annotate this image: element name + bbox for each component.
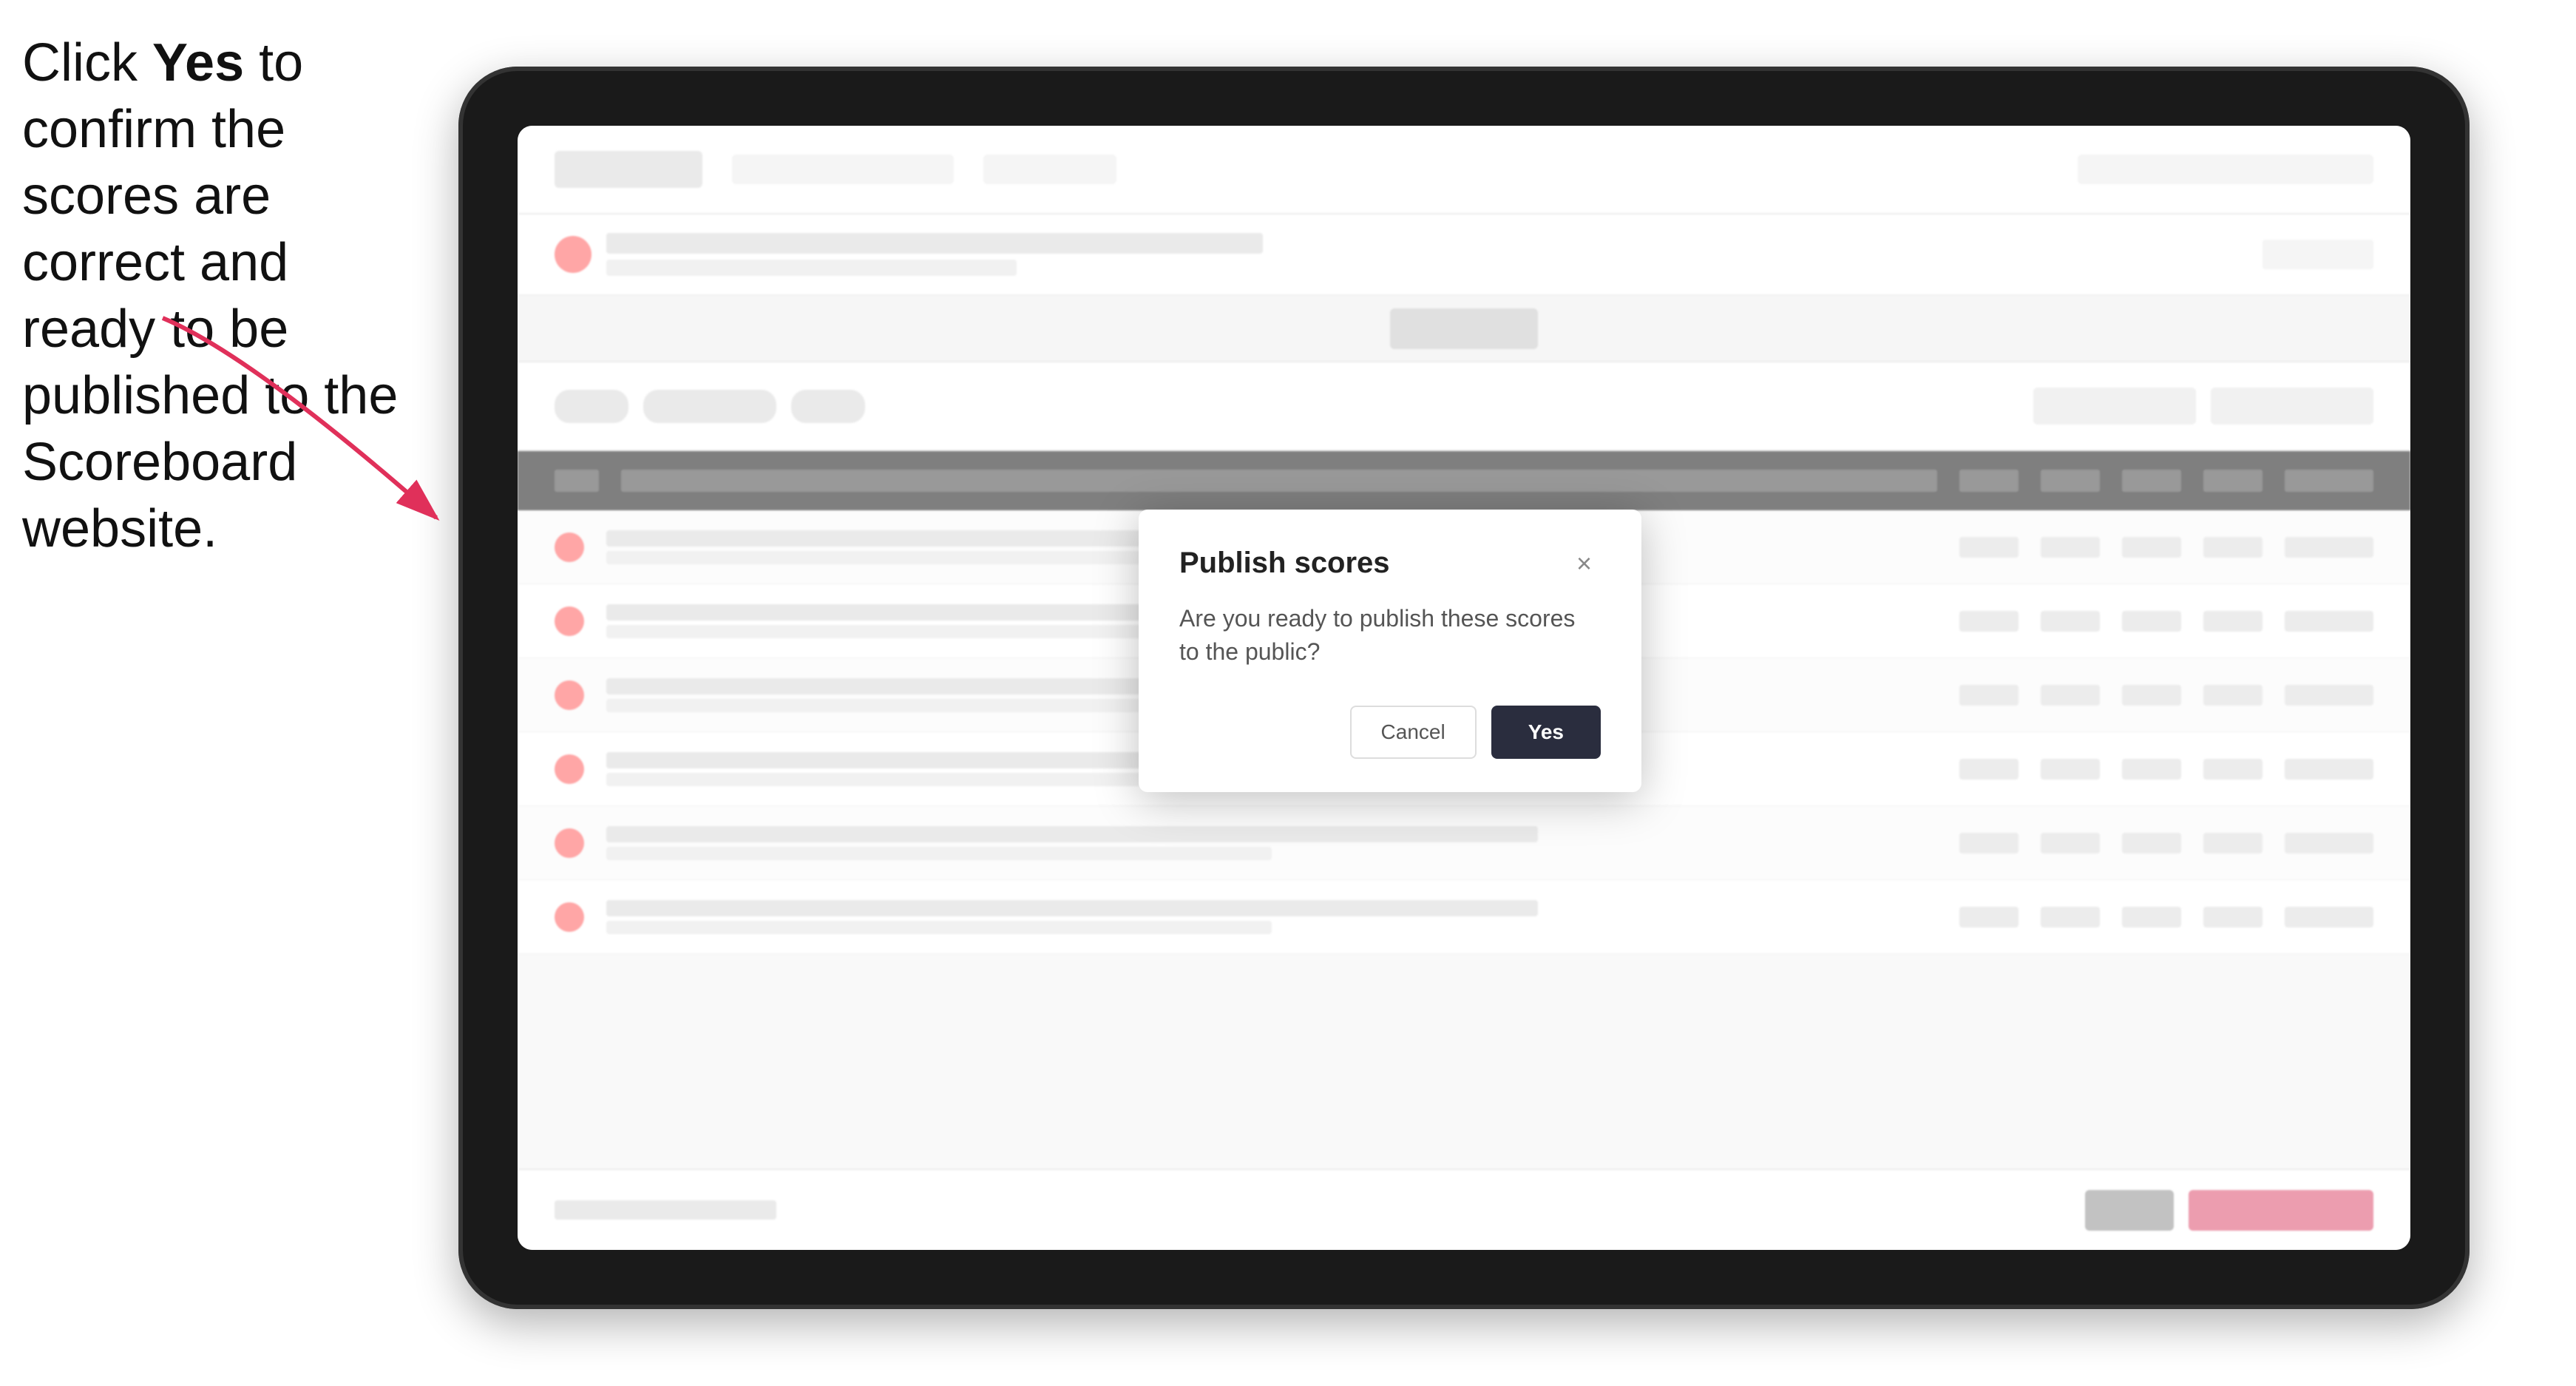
dialog-footer: Cancel Yes	[1179, 706, 1601, 759]
cancel-button[interactable]: Cancel	[1350, 706, 1477, 759]
dialog-body: Are you ready to publish these scores to…	[1179, 602, 1601, 669]
tablet-device: Publish scores × Are you ready to publis…	[458, 67, 2470, 1309]
instruction-text: Click Yes to confirm the scores are corr…	[22, 30, 414, 562]
publish-scores-dialog: Publish scores × Are you ready to publis…	[1139, 510, 1641, 792]
yes-button[interactable]: Yes	[1491, 706, 1601, 759]
bold-yes: Yes	[152, 33, 244, 92]
tablet-screen: Publish scores × Are you ready to publis…	[518, 126, 2410, 1250]
dialog-header: Publish scores ×	[1179, 547, 1601, 580]
dialog-close-button[interactable]: ×	[1567, 547, 1601, 580]
modal-overlay: Publish scores × Are you ready to publis…	[518, 126, 2410, 1250]
dialog-title: Publish scores	[1179, 547, 1390, 580]
